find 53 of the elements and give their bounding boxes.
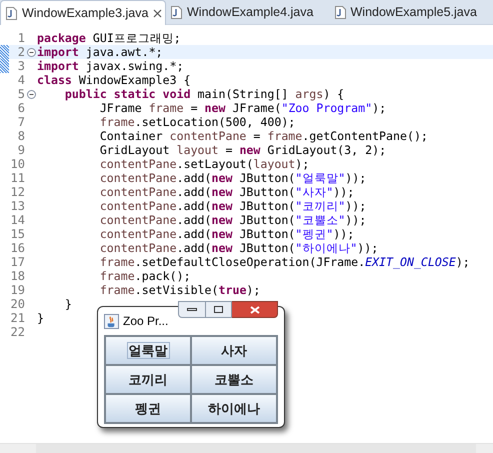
code-line: } bbox=[64, 297, 72, 311]
line-number: 13 bbox=[10, 199, 25, 213]
grid-button[interactable]: 코끼리 bbox=[106, 366, 190, 393]
code-line: Container contentPane = frame.getContentPane(); bbox=[98, 129, 428, 143]
code-line: class WindowExample3 { bbox=[37, 73, 191, 87]
line-number: 14 bbox=[10, 213, 25, 227]
line-number: 17 bbox=[10, 255, 25, 269]
code-line: frame.pack(); bbox=[98, 269, 191, 283]
code-line: contentPane.setLayout(layout); bbox=[98, 157, 310, 171]
code-line: contentPane.add(new JButton("펭귄")); bbox=[98, 227, 354, 241]
editor-tab[interactable]: WindowExample5.java bbox=[330, 0, 493, 24]
line-number: 8 bbox=[16, 129, 25, 143]
line-number: 5 bbox=[16, 87, 25, 101]
line-number: 21 bbox=[10, 311, 25, 325]
line-number: 1 bbox=[16, 31, 25, 45]
line-number: 18 bbox=[10, 269, 25, 283]
grid-button[interactable]: 코뿔소 bbox=[192, 366, 276, 393]
line-number: 19 bbox=[10, 283, 25, 297]
code-line: package GUI프로그래밍; bbox=[37, 31, 181, 45]
line-number: 11 bbox=[10, 171, 25, 185]
code-line: frame.setVisible(true); bbox=[98, 283, 260, 297]
code-line: contentPane.add(new JButton("얼룩말")); bbox=[98, 171, 366, 185]
line-number: 6 bbox=[16, 101, 25, 115]
code-line: contentPane.add(new JButton("코끼리")); bbox=[98, 199, 366, 213]
editor-tab[interactable]: WindowExample3.java bbox=[0, 0, 166, 25]
line-number: 12 bbox=[10, 185, 25, 199]
line-number: 16 bbox=[10, 241, 25, 255]
line-number: 15 bbox=[10, 227, 25, 241]
code-line: JFrame frame = new JFrame("Zoo Program"); bbox=[98, 101, 386, 115]
grid-button[interactable]: 사자 bbox=[192, 337, 276, 364]
code-line: contentPane.add(new JButton("하이에나")); bbox=[98, 241, 378, 255]
grid-button[interactable]: 펭귄 bbox=[106, 395, 190, 422]
grid-button[interactable]: 얼룩말 bbox=[106, 337, 190, 364]
line-number: 7 bbox=[16, 115, 25, 129]
line-number: 3 bbox=[16, 59, 25, 73]
code-line: contentPane.add(new JButton("사자")); bbox=[98, 185, 354, 199]
code-line: frame.setDefaultCloseOperation(JFrame.EXIT_ON_CLOSE); bbox=[98, 255, 470, 269]
code-line: import java.awt.*; bbox=[37, 45, 163, 59]
line-number: 2 bbox=[16, 45, 25, 59]
code-line: public static void main(String[] args) { bbox=[64, 87, 344, 101]
line-number: 22 bbox=[10, 325, 25, 339]
code-line: GridLayout layout = new GridLayout(3, 2); bbox=[98, 143, 386, 157]
line-number: 10 bbox=[10, 157, 25, 171]
line-number: 9 bbox=[16, 143, 25, 157]
code-line: frame.setLocation(500, 400); bbox=[98, 115, 296, 129]
line-number: 4 bbox=[16, 73, 25, 87]
line-number: 20 bbox=[10, 297, 25, 311]
editor-tab[interactable]: WindowExample4.java bbox=[166, 0, 330, 24]
window-title: Zoo Pr... bbox=[123, 313, 168, 330]
code-line: import javax.swing.*; bbox=[37, 59, 184, 73]
code-line: contentPane.add(new JButton("코뿔소")); bbox=[98, 213, 366, 227]
grid-button[interactable]: 하이에나 bbox=[192, 395, 276, 422]
code-line: } bbox=[37, 311, 44, 325]
